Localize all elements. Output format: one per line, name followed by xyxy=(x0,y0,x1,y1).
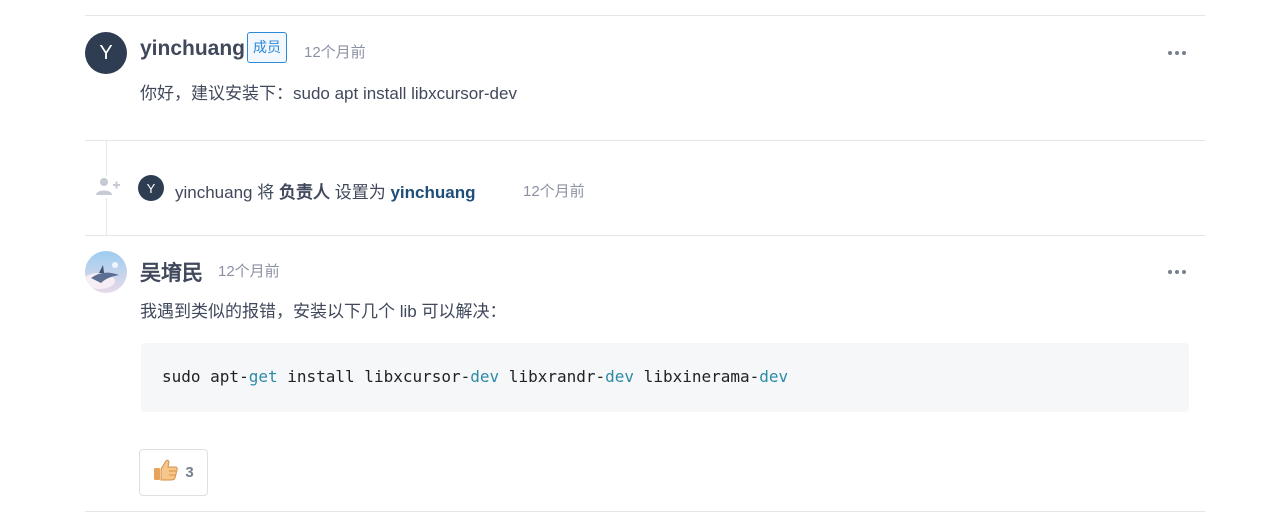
code-block: sudo apt-get install libxcursor-dev libx… xyxy=(141,343,1189,412)
divider-top xyxy=(85,15,1205,16)
divider xyxy=(85,235,1205,236)
comment-author[interactable]: 吴堉民 xyxy=(140,257,203,287)
code-line: sudo apt-get install libxcursor-dev libx… xyxy=(162,367,788,386)
code-token: libxrandr- xyxy=(499,367,606,386)
assign-user-icon xyxy=(94,176,122,198)
code-keyword: dev xyxy=(759,367,789,386)
code-keyword: dev xyxy=(605,367,635,386)
comment-time[interactable]: 12个月前 xyxy=(304,41,366,62)
code-keyword: dev xyxy=(470,367,500,386)
code-token: sudo apt- xyxy=(162,367,249,386)
event-avatar[interactable]: Y xyxy=(138,175,164,201)
divider-bottom xyxy=(85,511,1205,512)
event-text: yinchuang 将 负责人 设置为 yinchuang xyxy=(175,178,475,203)
comment-body: 你好，建议安装下：sudo apt install libxcursor-dev xyxy=(140,84,517,103)
event-target-link[interactable]: yinchuang xyxy=(390,183,475,202)
comment-time[interactable]: 12个月前 xyxy=(218,260,280,281)
code-token: libxinerama- xyxy=(634,367,760,386)
event-verb-2: 设置为 xyxy=(334,183,386,202)
code-token: install libxcursor- xyxy=(277,367,471,386)
event-field: 负责人 xyxy=(278,183,330,202)
more-options-icon[interactable] xyxy=(1168,51,1186,55)
reaction-count: 3 xyxy=(185,464,194,481)
avatar[interactable] xyxy=(85,251,127,293)
event-time[interactable]: 12个月前 xyxy=(523,180,585,201)
thumbs-up-icon xyxy=(153,458,179,487)
reaction-button[interactable]: 3 xyxy=(139,449,208,496)
divider xyxy=(85,140,1205,141)
event-actor[interactable]: yinchuang xyxy=(175,183,253,202)
more-options-icon[interactable] xyxy=(1168,270,1186,274)
code-keyword: get xyxy=(248,367,278,386)
event-verb: 将 xyxy=(257,183,275,202)
comment-author[interactable]: yinchuang xyxy=(140,37,245,61)
comment-body: 我遇到类似的报错，安装以下几个 lib 可以解决： xyxy=(140,302,507,321)
avatar[interactable]: Y xyxy=(85,32,127,74)
member-badge: 成员 xyxy=(247,32,287,63)
